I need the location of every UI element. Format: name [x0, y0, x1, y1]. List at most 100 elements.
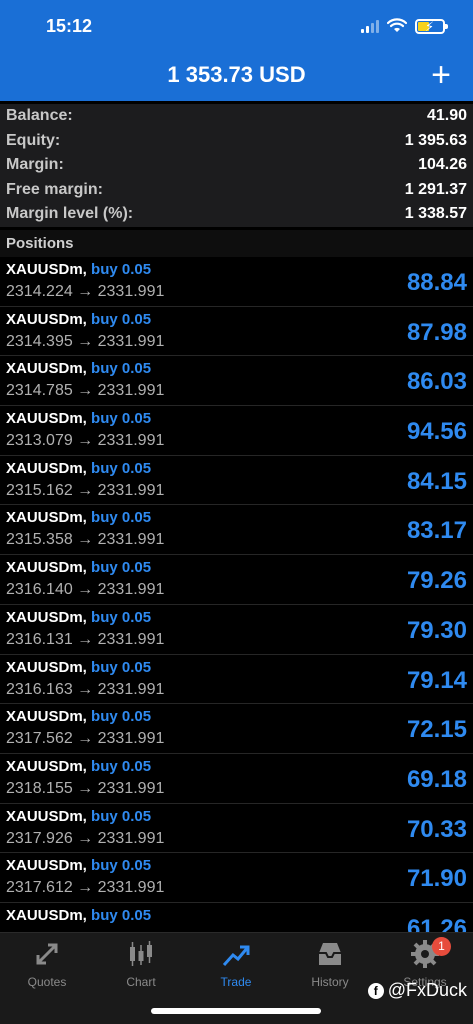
position-profit: 86.03	[406, 368, 467, 396]
position-symbol: XAUUSDm, buy 0.05	[6, 410, 151, 427]
tab-chart[interactable]: Chart	[94, 939, 188, 989]
position-row[interactable]: XAUUSDm, buy 0.05 2314.224 → 2331.991 88.8…	[0, 257, 473, 307]
symbol-name: XAUUSDm,	[6, 906, 87, 924]
position-profit: 72.15	[406, 716, 467, 744]
position-profit: 61.26	[406, 914, 467, 932]
position-row[interactable]: XAUUSDm, buy 0.05 2317.926 → 2331.991 70.3…	[0, 804, 473, 854]
position-side: buy 0.05	[91, 459, 152, 477]
top-header: 15:12 ⚡ 1 353.73 USD +	[0, 0, 473, 101]
summary-row: Balance: 41.90	[0, 104, 473, 129]
summary-label: Balance:	[6, 107, 73, 125]
position-side: buy 0.05	[91, 360, 152, 378]
position-side: buy 0.05	[91, 708, 152, 726]
position-profit: 88.84	[406, 269, 467, 296]
position-prices: 2316.163 → 2331.991	[6, 680, 165, 698]
position-side: buy 0.05	[91, 658, 152, 676]
position-side: buy 0.05	[91, 559, 152, 577]
summary-row: Equity: 1 395.63	[0, 129, 473, 154]
position-row[interactable]: XAUUSDm, buy 0.05 2316.131 → 2331.991 79.3…	[0, 605, 473, 655]
position-symbol: XAUUSDm, buy 0.05	[6, 907, 151, 924]
tab-trade-label: Trade	[220, 975, 252, 989]
status-icons: ⚡	[361, 18, 448, 34]
position-symbol: XAUUSDm, buy 0.05	[6, 609, 151, 626]
symbol-name: XAUUSDm,	[6, 559, 87, 577]
position-row[interactable]: XAUUSDm, buy 0.05 2317.612 → 2331.991 71.9…	[0, 853, 473, 903]
summary-row: Free margin: 1 291.37	[0, 178, 473, 203]
position-side: buy 0.05	[91, 857, 152, 875]
position-side: buy 0.05	[91, 608, 152, 626]
summary-row: Margin: 104.26	[0, 153, 473, 178]
position-profit: 79.26	[406, 567, 467, 595]
position-profit: 84.15	[406, 467, 467, 495]
summary-value: 104.26	[418, 156, 467, 174]
position-prices: 2314.224 → 2331.991	[6, 283, 165, 300]
position-row[interactable]: XAUUSDm, buy 0.05 2315.162 → 2331.991 84.1…	[0, 456, 473, 506]
position-symbol: XAUUSDm, buy 0.05	[6, 708, 151, 725]
symbol-name: XAUUSDm,	[6, 608, 87, 626]
position-symbol: XAUUSDm, buy 0.05	[6, 509, 151, 526]
position-profit: 69.18	[406, 765, 467, 793]
add-order-button[interactable]: +	[431, 58, 451, 92]
position-prices: 2318.155 → 2331.991	[6, 779, 165, 797]
position-symbol: XAUUSDm, buy 0.05	[6, 808, 151, 825]
position-profit: 79.30	[406, 616, 467, 644]
tab-history[interactable]: History	[283, 939, 377, 989]
battery-icon: ⚡	[415, 18, 448, 34]
position-prices: 2313.079 → 2331.991	[6, 432, 165, 450]
tab-history-label: History	[311, 975, 349, 989]
trade-icon	[222, 945, 250, 967]
position-profit: 87.98	[406, 318, 467, 346]
position-row[interactable]: XAUUSDm, buy 0.05 61.26	[0, 903, 473, 932]
summary-label: Free margin:	[6, 180, 103, 198]
position-symbol: XAUUSDm, buy 0.05	[6, 460, 151, 477]
position-symbol: XAUUSDm, buy 0.05	[6, 758, 151, 775]
position-side: buy 0.05	[91, 906, 152, 924]
position-profit: 71.90	[406, 865, 467, 893]
position-row[interactable]: XAUUSDm, buy 0.05 2316.140 → 2331.991 79.2…	[0, 555, 473, 605]
symbol-name: XAUUSDm,	[6, 410, 87, 428]
position-symbol: XAUUSDm, buy 0.05	[6, 857, 151, 874]
position-row[interactable]: XAUUSDm, buy 0.05 2315.358 → 2331.991 83.1…	[0, 505, 473, 556]
position-prices: 2317.562 → 2331.991	[6, 730, 165, 748]
position-row[interactable]: XAUUSDm, buy 0.05 2316.163 → 2331.991 79.1…	[0, 655, 473, 705]
position-side: buy 0.05	[91, 310, 152, 328]
position-prices: 2316.140 → 2331.991	[6, 581, 165, 599]
positions-list[interactable]: XAUUSDm, buy 0.05 2314.224 → 2331.991 88.8…	[0, 257, 473, 932]
account-balance-title: 1 353.73 USD	[167, 62, 306, 87]
chart-icon	[130, 941, 152, 966]
position-symbol: XAUUSDm, buy 0.05	[6, 559, 151, 576]
position-symbol: XAUUSDm, buy 0.05	[6, 311, 151, 328]
position-profit: 70.33	[406, 815, 467, 843]
position-prices: 2317.612 → 2331.991	[6, 879, 165, 897]
tab-chart-label: Chart	[126, 975, 156, 989]
position-side: buy 0.05	[91, 807, 152, 825]
position-profit: 94.56	[406, 418, 467, 446]
watermark: f @FxDuck	[367, 980, 467, 1001]
summary-label: Margin:	[6, 156, 64, 174]
notification-badge: 1	[432, 937, 451, 956]
position-prices: 2317.926 → 2331.991	[6, 829, 165, 847]
symbol-name: XAUUSDm,	[6, 807, 87, 825]
position-prices: 2315.358 → 2331.991	[6, 531, 165, 549]
position-symbol: XAUUSDm, buy 0.05	[6, 261, 151, 278]
position-side: buy 0.05	[91, 757, 152, 775]
symbol-name: XAUUSDm,	[6, 757, 87, 775]
summary-label: Margin level (%):	[6, 205, 134, 223]
position-row[interactable]: XAUUSDm, buy 0.05 2314.395 → 2331.991 87.9…	[0, 307, 473, 357]
position-row[interactable]: XAUUSDm, buy 0.05 2318.155 → 2331.991 69.1…	[0, 754, 473, 804]
home-indicator	[151, 1008, 321, 1014]
position-prices: 2314.395 → 2331.991	[6, 332, 165, 350]
quotes-icon	[36, 943, 58, 965]
position-side: buy 0.05	[91, 410, 152, 428]
tab-trade[interactable]: Trade	[189, 939, 283, 989]
position-prices: 2314.785 → 2331.991	[6, 382, 165, 400]
position-prices: 2315.162 → 2331.991	[6, 481, 165, 499]
position-row[interactable]: XAUUSDm, buy 0.05 2314.785 → 2331.991 86.0…	[0, 356, 473, 407]
tab-quotes[interactable]: Quotes	[0, 939, 94, 989]
symbol-name: XAUUSDm,	[6, 857, 87, 875]
symbol-name: XAUUSDm,	[6, 708, 87, 726]
position-row[interactable]: XAUUSDm, buy 0.05 2317.562 → 2331.991 72.1…	[0, 704, 473, 754]
summary-label: Equity:	[6, 131, 61, 149]
position-row[interactable]: XAUUSDm, buy 0.05 2313.079 → 2331.991 94.5…	[0, 406, 473, 456]
summary-value: 41.90	[426, 107, 467, 125]
